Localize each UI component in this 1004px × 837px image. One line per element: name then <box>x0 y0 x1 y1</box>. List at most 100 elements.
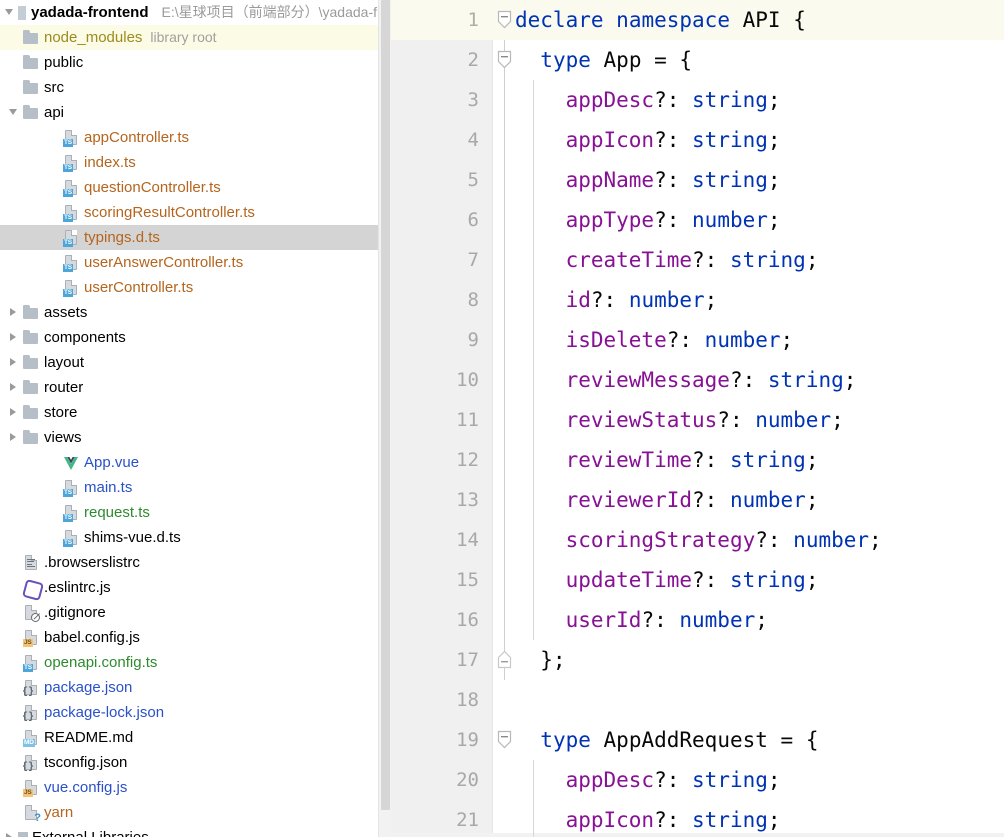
json-file-icon: {} <box>22 704 40 722</box>
tree-item-components[interactable]: components <box>0 325 391 350</box>
markdown-file-icon: MD <box>22 729 40 747</box>
fold-end-icon[interactable] <box>497 650 512 669</box>
code-line[interactable]: 3 appDesc?: string; <box>391 80 1004 120</box>
tree-item-request-ts[interactable]: TS request.ts <box>0 500 391 525</box>
tree-item-app-vue[interactable]: App.vue <box>0 450 391 475</box>
tree-item-label: assets <box>44 304 88 321</box>
line-number: 7 <box>467 249 479 271</box>
code-editor[interactable]: 1 declare namespace API {2 type App = {3 … <box>391 0 1004 837</box>
code-line[interactable]: 18 <box>391 680 1004 720</box>
code-line[interactable]: 20 appDesc?: string; <box>391 760 1004 800</box>
tree-item-vue-config-js[interactable]: JS vue.config.js <box>0 775 391 800</box>
tree-item-suffix: library root <box>150 29 217 45</box>
chevron-right-icon[interactable] <box>2 825 18 837</box>
tree-item-browserslistrc[interactable]: .browserslistrc <box>0 550 391 575</box>
project-tree-scrollbar[interactable] <box>378 0 391 837</box>
code-line-text: appIcon?: string; <box>565 128 781 152</box>
tree-item-node-modules[interactable]: node_modules library root <box>0 25 391 50</box>
tree-item-tsconfig-json[interactable]: {} tsconfig.json <box>0 750 391 775</box>
tree-item-router[interactable]: router <box>0 375 391 400</box>
tree-item-readme-md[interactable]: MD README.md <box>0 725 391 750</box>
tree-item-eslintrc-js[interactable]: .eslintrc.js <box>0 575 391 600</box>
chevron-down-icon[interactable] <box>2 0 18 25</box>
code-line[interactable]: 11 reviewStatus?: number; <box>391 400 1004 440</box>
tree-item-main-ts[interactable]: TS main.ts <box>0 475 391 500</box>
project-tree[interactable]: yadada-frontend E:\星球项目（前端部分）\yadada-fro n… <box>0 0 391 837</box>
code-line[interactable]: 5 appName?: string; <box>391 160 1004 200</box>
typescript-file-icon: TS <box>62 504 80 522</box>
chevron-down-icon[interactable] <box>6 100 22 125</box>
tree-item-assets[interactable]: assets <box>0 300 391 325</box>
tree-item-store[interactable]: store <box>0 400 391 425</box>
tree-item-useranswercontroller-ts[interactable]: TS userAnswerController.ts <box>0 250 391 275</box>
code-line[interactable]: 9 isDelete?: number; <box>391 320 1004 360</box>
code-line[interactable]: 17 }; <box>391 640 1004 680</box>
code-line[interactable]: 21 appIcon?: string; <box>391 800 1004 837</box>
code-line[interactable]: 16 userId?: number; <box>391 600 1004 640</box>
library-icon <box>18 831 28 837</box>
tree-item-package-json[interactable]: {} package.json <box>0 675 391 700</box>
chevron-right-icon[interactable] <box>6 425 22 450</box>
editor-lines[interactable]: 1 declare namespace API {2 type App = {3 … <box>391 0 1004 837</box>
code-line[interactable]: 2 type App = { <box>391 40 1004 80</box>
line-number: 17 <box>456 649 479 671</box>
folder-icon <box>22 79 40 97</box>
project-tool-window[interactable]: yadada-frontend E:\星球项目（前端部分）\yadada-fro n… <box>0 0 391 837</box>
tree-item-yarn[interactable]: ? yarn <box>0 800 391 825</box>
code-line[interactable]: 13 reviewerId?: number; <box>391 480 1004 520</box>
tree-item-shims-vue-d-ts[interactable]: TS shims-vue.d.ts <box>0 525 391 550</box>
chevron-right-icon[interactable] <box>6 400 22 425</box>
tree-item-gitignore[interactable]: .gitignore <box>0 600 391 625</box>
tree-item-label: scoringResultController.ts <box>84 204 255 221</box>
tree-item-scoringresultcontroller-ts[interactable]: TS scoringResultController.ts <box>0 200 391 225</box>
fold-collapse-icon[interactable] <box>497 50 512 69</box>
chevron-right-icon[interactable] <box>6 325 22 350</box>
tree-item-public[interactable]: public <box>0 50 391 75</box>
tree-item-label: public <box>44 54 84 71</box>
code-line[interactable]: 10 reviewMessage?: string; <box>391 360 1004 400</box>
code-line[interactable]: 7 createTime?: string; <box>391 240 1004 280</box>
tree-item-api[interactable]: api <box>0 100 391 125</box>
fold-collapse-icon[interactable] <box>497 730 512 749</box>
line-number: 6 <box>467 209 479 231</box>
tree-item-src[interactable]: src <box>0 75 391 100</box>
tree-item-external-libraries[interactable]: External Libraries <box>0 825 391 837</box>
code-line[interactable]: 4 appIcon?: string; <box>391 120 1004 160</box>
tree-item-babel-config-js[interactable]: JS babel.config.js <box>0 625 391 650</box>
code-line[interactable]: 14 scoringStrategy?: number; <box>391 520 1004 560</box>
tree-item-usercontroller-ts[interactable]: TS userController.ts <box>0 275 391 300</box>
project-tree-scrollbar-thumb[interactable] <box>381 0 390 810</box>
code-line-text: declare namespace API { <box>515 8 806 32</box>
line-number: 14 <box>456 529 479 551</box>
tree-item-views[interactable]: views <box>0 425 391 450</box>
chevron-right-icon[interactable] <box>6 375 22 400</box>
chevron-right-icon[interactable] <box>6 300 22 325</box>
code-line[interactable]: 6 appType?: number; <box>391 200 1004 240</box>
tree-item-openapi-config-ts[interactable]: TS openapi.config.ts <box>0 650 391 675</box>
tree-item-layout[interactable]: layout <box>0 350 391 375</box>
code-line[interactable]: 8 id?: number; <box>391 280 1004 320</box>
typescript-file-icon: TS <box>62 129 80 147</box>
tree-item-appcontroller-ts[interactable]: TS appController.ts <box>0 125 391 150</box>
tree-item-index-ts[interactable]: TS index.ts <box>0 150 391 175</box>
fold-collapse-icon[interactable] <box>497 10 512 29</box>
code-line[interactable]: 12 reviewTime?: string; <box>391 440 1004 480</box>
chevron-right-icon[interactable] <box>6 350 22 375</box>
code-line[interactable]: 1 declare namespace API { <box>391 0 1004 40</box>
tree-item-typings-d-ts[interactable]: TS typings.d.ts <box>0 225 391 250</box>
code-line[interactable]: 15 updateTime?: string; <box>391 560 1004 600</box>
code-line[interactable]: 19 type AppAddRequest = { <box>391 720 1004 760</box>
tree-item-package-lock-json[interactable]: {} package-lock.json <box>0 700 391 725</box>
tree-item-questioncontroller-ts[interactable]: TS questionController.ts <box>0 175 391 200</box>
tree-item-yadada-frontend[interactable]: yadada-frontend E:\星球项目（前端部分）\yadada-fro <box>0 0 391 25</box>
